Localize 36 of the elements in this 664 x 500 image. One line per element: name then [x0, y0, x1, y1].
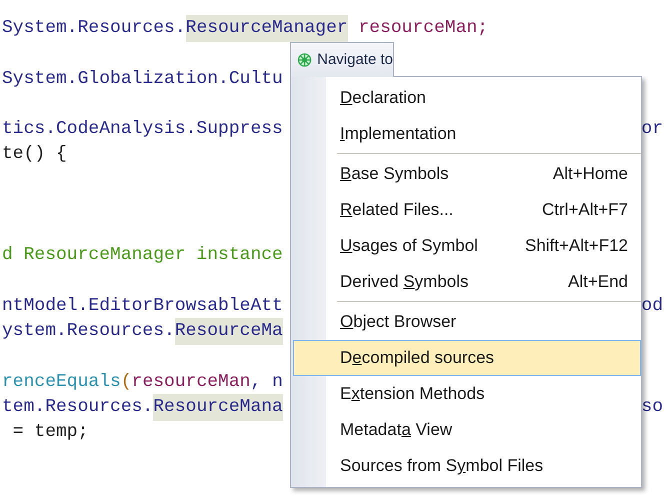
- shortcut-text: Alt+Home: [552, 163, 628, 186]
- menu-item[interactable]: Extension Methods: [327, 376, 641, 412]
- code-token: ResourceMa: [174, 318, 283, 346]
- code-token: ResourceManager: [186, 15, 348, 42]
- code-token: , n: [250, 370, 283, 394]
- code-token: = temp;: [12, 421, 88, 444]
- code-token: System.Resources.: [2, 17, 186, 40]
- code-token: so: [641, 396, 663, 419]
- menu-item[interactable]: Implementation: [327, 116, 641, 152]
- code-token: ResourceMana: [153, 394, 283, 421]
- menu-title: Navigate to: [317, 50, 393, 70]
- code-token: System.Globalization.Cultu: [2, 68, 283, 91]
- menu-item[interactable]: Derived Symbols Alt+End: [327, 264, 641, 300]
- code-token: or: [641, 118, 663, 142]
- menu-item[interactable]: Base Symbols Alt+Home: [327, 156, 641, 192]
- menu-item[interactable]: Sources from Symbol Files: [327, 448, 641, 484]
- code-token: tem.Resources.: [2, 396, 154, 419]
- menu-item[interactable]: Decompiled sources: [293, 340, 641, 376]
- menu-item[interactable]: Object Browser: [327, 304, 641, 340]
- code-token: tics.CodeAnalysis.Suppress: [2, 118, 283, 142]
- shortcut-text: Alt+End: [568, 271, 628, 294]
- code-token: resourceMan;: [357, 17, 488, 40]
- menu-item[interactable]: Declaration: [327, 80, 641, 116]
- code-token: ystem.Resources.: [2, 320, 175, 344]
- code-token: resourceMan: [132, 370, 250, 394]
- code-token: te() {: [2, 143, 67, 166]
- code-token: od: [641, 294, 663, 318]
- code-token: ntModel.EditorBrowsableAtt: [2, 294, 283, 318]
- shortcut-text: Shift+Alt+F12: [524, 235, 628, 258]
- shortcut-text: Ctrl+Alt+F7: [542, 199, 628, 222]
- code-token: (: [120, 370, 132, 394]
- menu-item[interactable]: Metadata View: [327, 412, 641, 448]
- code-token: renceEquals: [2, 370, 121, 394]
- menu-item[interactable]: Usages of Symbol Shift+Alt+F12: [327, 228, 641, 264]
- code-comment: d ResourceManager instance: [2, 244, 283, 268]
- menu-item[interactable]: Related Files... Ctrl+Alt+F7: [327, 192, 641, 228]
